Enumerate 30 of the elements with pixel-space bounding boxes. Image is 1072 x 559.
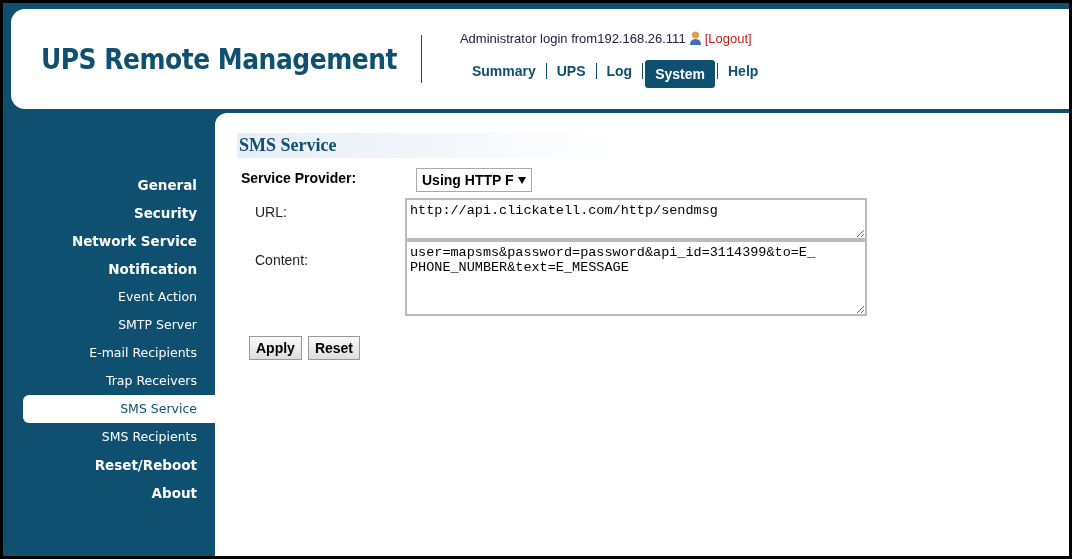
sidebar-item[interactable]: Trap Receivers: [23, 367, 215, 395]
nav-tab[interactable]: System: [645, 59, 715, 88]
nav-tab[interactable]: Summary: [463, 58, 544, 83]
sidebar-item[interactable]: Event Action: [23, 283, 215, 311]
content-field[interactable]: user=mapsms&password=password&api_id=3114399&to=E_PHONE_NUMBER&text=E_MESSAGE: [405, 240, 868, 316]
nav-tab[interactable]: UPS: [548, 58, 594, 83]
field-label: URL:: [254, 203, 288, 220]
sidebar-item[interactable]: SMTP Server: [23, 311, 215, 339]
url-field[interactable]: http://api.clickatell.com/http/sendmsg: [405, 198, 868, 240]
sidebar-item[interactable]: Network Service: [23, 227, 215, 255]
sidebar-item[interactable]: E-mail Recipients: [23, 339, 215, 367]
form-button[interactable]: Reset: [307, 336, 361, 360]
logo-text: UPS Remote Management: [41, 42, 397, 76]
sidebar-item[interactable]: About: [23, 479, 215, 507]
sidebar-item[interactable]: Security: [23, 199, 215, 227]
provider-dropdown[interactable]: Using HTTP F: [416, 168, 532, 192]
sidebar-item[interactable]: General: [23, 171, 215, 199]
user-icon: [688, 31, 702, 45]
field-label: Service Provider:: [240, 169, 358, 186]
sidebar-item[interactable]: SMS Service: [23, 395, 215, 423]
form-button[interactable]: Apply: [249, 336, 302, 360]
sidebar-item[interactable]: Notification: [23, 255, 215, 283]
field-label: Content:: [254, 251, 309, 268]
sidebar-item[interactable]: SMS Recipients: [23, 423, 215, 451]
caret-icon: [517, 176, 526, 184]
login-info: Administrator login from192.168.26.111: [459, 30, 686, 46]
nav-tab[interactable]: Log: [598, 58, 641, 83]
nav-tab[interactable]: Help: [720, 58, 767, 83]
sidebar-item[interactable]: Reset/Reboot: [23, 451, 215, 479]
logout-link[interactable]: [Logout]: [704, 30, 752, 46]
